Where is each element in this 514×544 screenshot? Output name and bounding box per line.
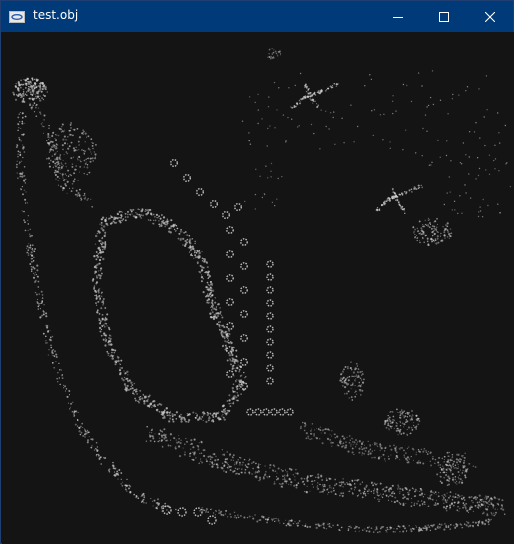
window-title: test.obj — [33, 8, 79, 22]
3d-viewport[interactable] — [2, 32, 514, 544]
maximize-button[interactable] — [421, 1, 467, 32]
close-button[interactable] — [467, 1, 513, 32]
3d-viewer-icon — [9, 9, 25, 23]
application-window: test.obj — [0, 0, 514, 544]
minimize-button[interactable] — [375, 1, 421, 32]
maximize-icon — [439, 11, 449, 22]
close-icon — [485, 11, 495, 22]
minimize-icon — [393, 16, 403, 18]
point-cloud — [12, 48, 512, 534]
title-bar[interactable]: test.obj — [1, 1, 513, 32]
